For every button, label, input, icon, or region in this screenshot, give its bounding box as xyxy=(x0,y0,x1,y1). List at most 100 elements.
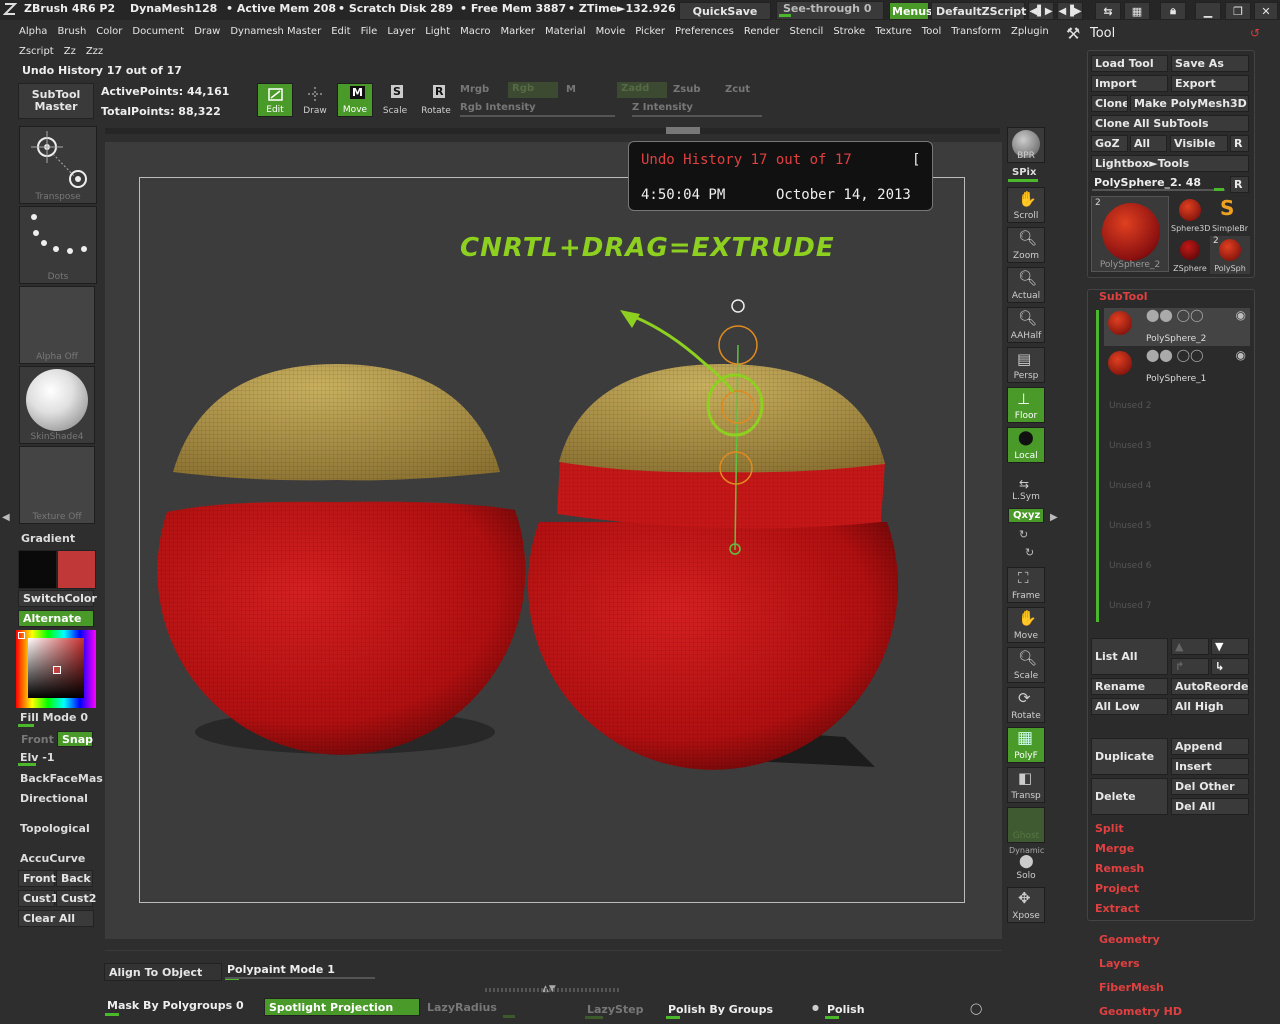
tool-thumb-polysph[interactable]: 2 PolySph xyxy=(1210,236,1250,274)
goz-visible-button[interactable]: Visible xyxy=(1170,135,1228,152)
current-tool-r-button[interactable]: R xyxy=(1230,176,1249,193)
front-button[interactable]: Front xyxy=(21,733,54,746)
snap-button[interactable]: Snap xyxy=(57,731,93,747)
del-all-button[interactable]: Del All xyxy=(1171,798,1249,815)
transpose-top-ring[interactable] xyxy=(731,299,745,313)
draw-button[interactable]: Draw xyxy=(297,83,333,117)
material-tile[interactable]: SkinShade4 xyxy=(19,366,95,444)
move-up-arrow-button[interactable]: ▲ xyxy=(1171,638,1209,655)
alternate-button[interactable]: Alternate xyxy=(18,610,94,627)
right-tray-toggle-icon[interactable]: ▶ xyxy=(1050,512,1058,523)
layout-right-button[interactable]: ◀▐▶ xyxy=(1057,2,1083,20)
clone-button[interactable]: Clone xyxy=(1091,95,1128,112)
subtool-toggle-icons-1[interactable]: ⬤⬤ ◯◯ xyxy=(1146,308,1204,322)
hue-marker[interactable] xyxy=(18,632,25,639)
m-button[interactable]: M xyxy=(566,84,576,95)
clear-all-button[interactable]: Clear All xyxy=(18,910,94,927)
autoreorder-button[interactable]: AutoReorder xyxy=(1171,678,1249,695)
bottom-tray-handle[interactable] xyxy=(485,988,620,992)
mask-by-polygroups-slider[interactable]: Mask By Polygroups 0 xyxy=(107,999,244,1012)
remesh-section[interactable]: Remesh xyxy=(1095,862,1144,875)
move-down-arrow-button[interactable]: ▼ xyxy=(1211,638,1249,655)
menu-picker[interactable]: Picker xyxy=(635,26,665,37)
canvas-scroll-top[interactable] xyxy=(105,128,1000,134)
cust2-button[interactable]: Cust2 xyxy=(56,890,96,907)
tool-panel-title[interactable]: Tool xyxy=(1090,26,1115,41)
rgb-button[interactable]: Rgb xyxy=(508,82,558,98)
menu-zz[interactable]: Zz xyxy=(64,46,76,57)
visibility-eye-icon-1[interactable]: ◉ xyxy=(1236,308,1246,322)
menu-zscript[interactable]: Zscript xyxy=(19,46,54,57)
lazyradius-slider[interactable]: LazyRadius xyxy=(427,1001,497,1014)
subtool-master-button[interactable]: SubTool Master xyxy=(18,83,94,119)
scroll-button[interactable]: ✋ Scroll xyxy=(1007,187,1045,223)
menu-stencil[interactable]: Stencil xyxy=(789,26,823,37)
move-view-button[interactable]: ✋ Move xyxy=(1007,607,1045,643)
subtool-row-polysphere2[interactable]: ⬤⬤ ◯◯ ◉ PolySphere_2 xyxy=(1104,308,1250,346)
polyf-button[interactable]: ▦ PolyF xyxy=(1007,727,1045,763)
goz-button[interactable]: GoZ xyxy=(1091,135,1128,152)
project-section[interactable]: Project xyxy=(1095,882,1139,895)
spix-slider[interactable]: SPix xyxy=(1012,167,1036,178)
switchcolor-button[interactable]: SwitchColor xyxy=(18,590,97,607)
lazystep-slider[interactable]: LazyStep xyxy=(587,1003,644,1016)
actual-button[interactable]: 🔍︎ Actual xyxy=(1007,267,1045,303)
menu-texture[interactable]: Texture xyxy=(875,26,912,37)
lock-button[interactable]: 🔒︎ xyxy=(1160,2,1186,20)
minimize-button[interactable]: ▁ xyxy=(1195,2,1221,20)
menu-document[interactable]: Document xyxy=(132,26,184,37)
menu-alpha[interactable]: Alpha xyxy=(19,26,47,37)
extract-section[interactable]: Extract xyxy=(1095,902,1140,915)
polish-circle-icon[interactable]: ◯ xyxy=(970,1002,982,1015)
tool-panel-hammer-icon[interactable]: ⚒ xyxy=(1066,24,1080,43)
zcut-button[interactable]: Zcut xyxy=(725,84,750,95)
polypaint-mode-slider[interactable]: Polypaint Mode 1 xyxy=(227,963,335,976)
ghost-button[interactable]: Ghost xyxy=(1007,807,1045,843)
zadd-button[interactable]: Zadd xyxy=(617,82,667,98)
close-button[interactable]: ✕ xyxy=(1254,2,1278,20)
bpr-button[interactable]: BPR xyxy=(1007,127,1045,163)
tool-thumb-polysphere2[interactable]: 2 PolySphere_2 xyxy=(1091,196,1169,272)
xpose-button[interactable]: ✥ Xpose xyxy=(1007,887,1045,923)
see-through-slider[interactable]: See-through 0 xyxy=(776,1,884,20)
lightbox-tools-button[interactable]: Lightbox►Tools xyxy=(1091,155,1249,172)
tray-layout-button[interactable]: ▦ xyxy=(1124,2,1150,20)
menu-brush[interactable]: Brush xyxy=(57,26,86,37)
menu-dynamesh-master[interactable]: Dynamesh Master xyxy=(230,26,321,37)
menu-stroke[interactable]: Stroke xyxy=(833,26,865,37)
subtool-toggle-icons-2[interactable]: ⬤⬤ ◯◯ xyxy=(1146,348,1204,362)
rgb-intensity-slider[interactable]: Rgb Intensity xyxy=(460,102,536,113)
color-picker[interactable] xyxy=(16,630,96,708)
menus-button[interactable]: Menus xyxy=(889,2,933,20)
delete-button[interactable]: Delete xyxy=(1091,778,1168,815)
edit-button[interactable]: Edit xyxy=(257,83,293,117)
transpose-brush-tile[interactable]: Transpose xyxy=(19,126,97,204)
stroke-dots-tile[interactable]: Dots xyxy=(19,206,97,284)
mrgb-button[interactable]: Mrgb xyxy=(460,84,489,95)
quicksave-button[interactable]: QuickSave xyxy=(679,2,771,20)
menu-draw[interactable]: Draw xyxy=(194,26,220,37)
split-section[interactable]: Split xyxy=(1095,822,1124,835)
tool-thumb-sphere3d[interactable]: Sphere3D xyxy=(1171,196,1210,234)
transp-button[interactable]: ◧ Transp xyxy=(1007,767,1045,803)
goz-r-button[interactable]: R xyxy=(1230,135,1249,152)
secondary-color-swatch[interactable] xyxy=(57,550,96,589)
tool-thumb-zsphere[interactable]: ZSphere xyxy=(1171,236,1209,274)
all-low-button[interactable]: All Low xyxy=(1091,698,1168,715)
subtool-title[interactable]: SubTool xyxy=(1099,290,1148,303)
subtool-scrollbar[interactable] xyxy=(1096,310,1099,622)
directional-button[interactable]: Directional xyxy=(20,792,88,805)
menu-zzz[interactable]: Zzz xyxy=(86,46,103,57)
merge-section[interactable]: Merge xyxy=(1095,842,1134,855)
texture-tile[interactable]: Texture Off xyxy=(19,446,95,524)
zoom-button[interactable]: 🔍︎ Zoom xyxy=(1007,227,1045,263)
menu-render[interactable]: Render xyxy=(744,26,780,37)
layers-section[interactable]: Layers xyxy=(1099,957,1140,970)
lsym-button[interactable]: ⇆ L.Sym xyxy=(1007,477,1045,503)
subtool-row-polysphere1[interactable]: ⬤⬤ ◯◯ ◉ PolySphere_1 xyxy=(1104,348,1250,386)
menu-edit[interactable]: Edit xyxy=(331,26,350,37)
spotlight-projection-button[interactable]: Spotlight Projection xyxy=(264,998,420,1016)
all-high-button[interactable]: All High xyxy=(1171,698,1249,715)
fill-mode-slider[interactable]: Fill Mode 0 xyxy=(20,711,88,724)
polish-by-groups-slider[interactable]: Polish By Groups xyxy=(668,1003,773,1016)
